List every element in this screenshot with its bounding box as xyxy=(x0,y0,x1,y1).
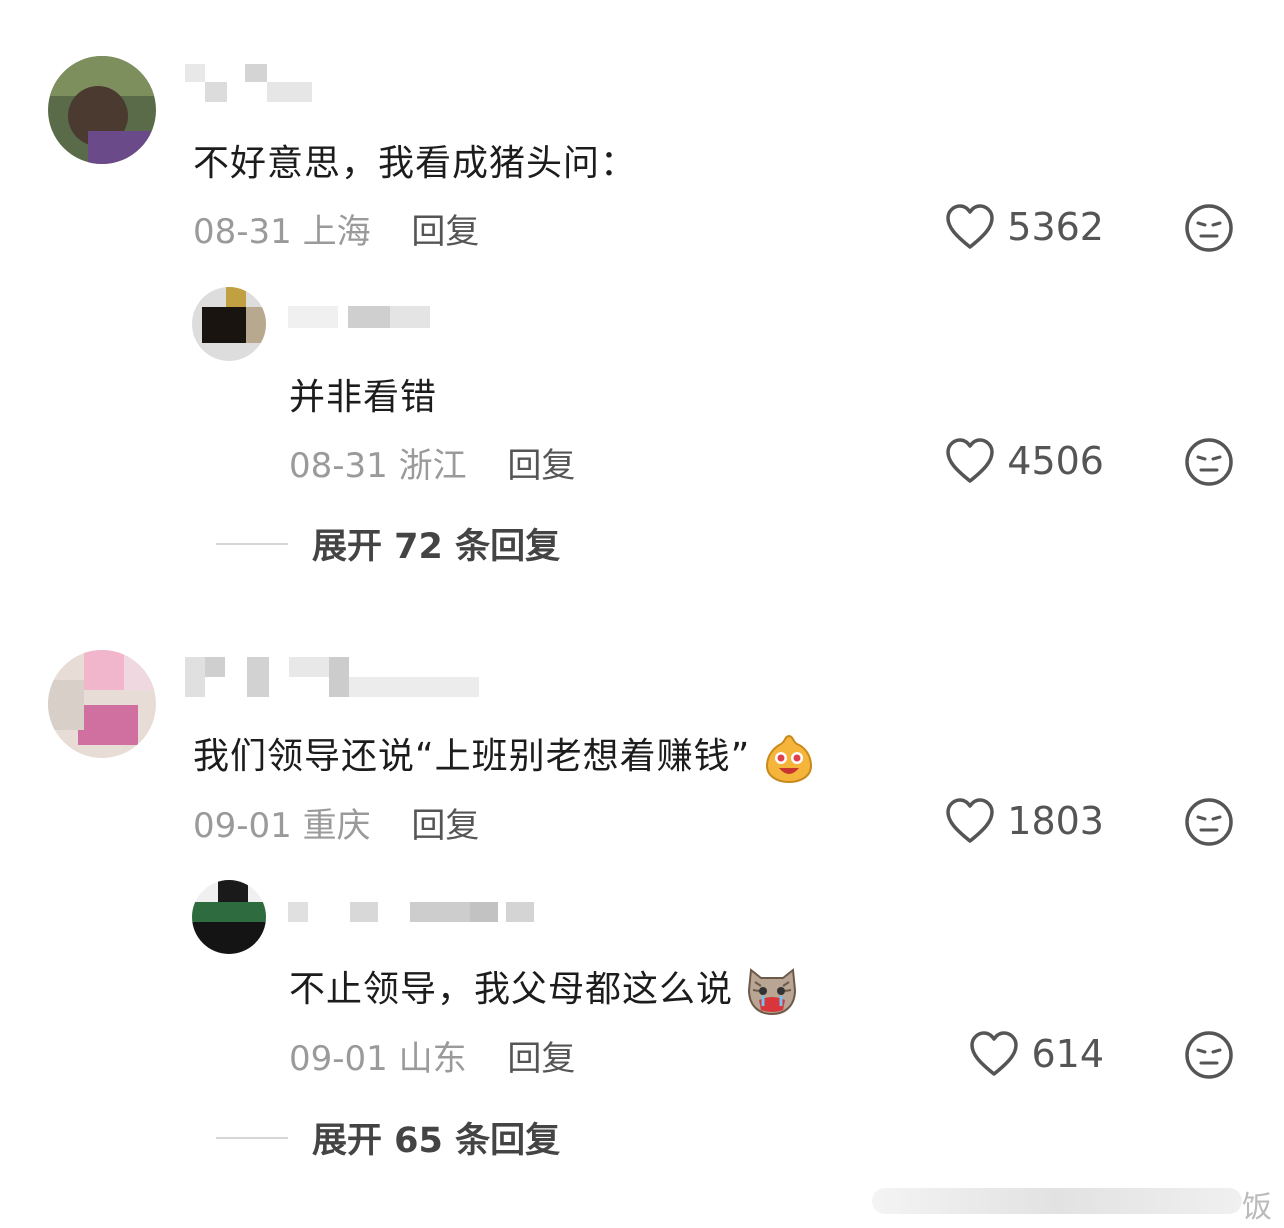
reply-meta: 09-01 山东 回复 xyxy=(289,1031,575,1080)
username-blurred[interactable] xyxy=(185,655,485,700)
expand-replies-button[interactable]: 展开 65 条回复 xyxy=(216,1112,560,1163)
like-count: 5362 xyxy=(1007,205,1104,249)
reply-button[interactable]: 回复 xyxy=(507,1039,575,1079)
like-button[interactable]: 1803 xyxy=(945,798,1104,844)
comment-date: 08-31 xyxy=(193,212,292,252)
heart-icon xyxy=(946,798,995,843)
avatar[interactable] xyxy=(192,287,266,361)
like-button[interactable]: 614 xyxy=(969,1031,1104,1077)
comment-location: 重庆 xyxy=(302,806,371,846)
dislike-face-icon[interactable] xyxy=(1184,1030,1234,1080)
like-button[interactable]: 4506 xyxy=(945,438,1104,484)
comment-meta: 09-01 重庆 回复 xyxy=(193,798,479,847)
reply-button[interactable]: 回复 xyxy=(411,806,479,846)
avatar[interactable] xyxy=(48,650,156,758)
reply-text: 并非看错 xyxy=(289,377,438,418)
reply-text: 不止领导，我父母都这么说 xyxy=(289,960,799,1018)
comment-text: 我们领导还说“上班别老想着赚钱” xyxy=(193,727,815,784)
divider xyxy=(216,1136,288,1139)
reply-date: 08-31 xyxy=(289,446,388,486)
comment-meta: 08-31 上海 回复 xyxy=(193,204,479,253)
reply-button[interactable]: 回复 xyxy=(507,446,575,486)
heart-icon xyxy=(946,438,995,483)
crying-cat-emoji xyxy=(748,968,797,1016)
expand-replies-button[interactable]: 展开 72 条回复 xyxy=(216,518,560,569)
expand-label: 展开 72 条回复 xyxy=(312,527,561,567)
watermark: 饭 xyxy=(872,1180,1282,1225)
happy-face-emoji xyxy=(765,734,812,784)
username-blurred[interactable] xyxy=(288,306,433,330)
divider xyxy=(216,542,288,545)
reply-button[interactable]: 回复 xyxy=(411,212,479,252)
comment-location: 上海 xyxy=(302,212,371,252)
comment-text: 不好意思，我看成猪头问： xyxy=(193,143,638,184)
like-count: 4506 xyxy=(1007,439,1104,483)
like-count: 614 xyxy=(1031,1032,1104,1076)
reply-location: 山东 xyxy=(398,1039,467,1079)
like-button[interactable]: 5362 xyxy=(945,204,1104,250)
reply-location: 浙江 xyxy=(398,446,467,486)
avatar[interactable] xyxy=(192,880,266,954)
heart-icon xyxy=(970,1031,1019,1076)
comment-date: 09-01 xyxy=(193,806,292,846)
username-blurred[interactable] xyxy=(185,60,315,105)
avatar[interactable] xyxy=(48,56,156,164)
dislike-face-icon[interactable] xyxy=(1184,437,1234,487)
watermark-bar xyxy=(872,1188,1242,1214)
dislike-face-icon[interactable] xyxy=(1184,203,1234,253)
expand-label: 展开 65 条回复 xyxy=(312,1121,561,1161)
heart-icon xyxy=(946,204,995,249)
reply-date: 09-01 xyxy=(289,1039,388,1079)
reply-meta: 08-31 浙江 回复 xyxy=(289,438,575,487)
username-blurred[interactable] xyxy=(288,902,538,926)
like-count: 1803 xyxy=(1007,799,1104,843)
watermark-text: 饭 xyxy=(1242,1190,1272,1225)
dislike-face-icon[interactable] xyxy=(1184,797,1234,847)
